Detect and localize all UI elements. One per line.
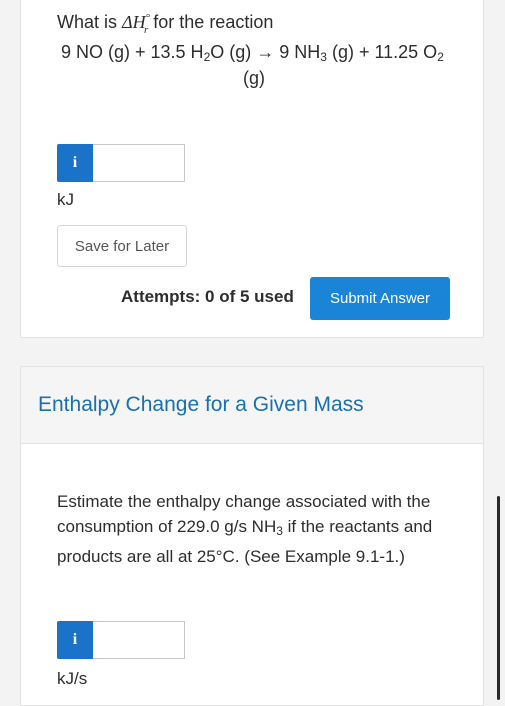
enthalpy-symbol: ΔH°r bbox=[122, 12, 150, 36]
answer-row: i bbox=[57, 621, 185, 659]
question-text-subscript: 3 bbox=[276, 524, 283, 538]
answer-input[interactable] bbox=[93, 144, 185, 182]
enthalpy-symbol-main: ΔH bbox=[122, 12, 146, 32]
answer-row: i bbox=[57, 144, 185, 182]
submit-answer-button[interactable]: Submit Answer bbox=[310, 277, 450, 320]
reaction-equation: 9 NO (g) + 13.5 H 2 O (g) → 9 NH3 (g) + 11… bbox=[61, 42, 444, 64]
prompt-suffix: for the reaction bbox=[148, 12, 274, 32]
question-prompt: What is ΔH°r for the reaction bbox=[57, 12, 273, 36]
scrollbar[interactable] bbox=[497, 496, 500, 700]
prompt-prefix: What is bbox=[57, 12, 123, 32]
reaction-equation-continued: (g) bbox=[243, 68, 265, 88]
unit-label: kJ bbox=[57, 190, 74, 209]
question-card: What is ΔH°r for the reaction 9 NO (g) +… bbox=[20, 0, 484, 338]
answer-input[interactable] bbox=[93, 621, 185, 659]
equation-subscript: 2 bbox=[437, 50, 444, 64]
info-icon[interactable]: i bbox=[57, 144, 93, 182]
unit-label: kJ/s bbox=[57, 669, 88, 688]
section-title: Enthalpy Change for a Given Mass bbox=[38, 393, 364, 416]
equation-subscript: 3 bbox=[320, 50, 327, 64]
attempts-counter: Attempts: 0 of 5 used bbox=[121, 287, 294, 306]
question-text: Estimate the enthalpy change associated … bbox=[57, 489, 447, 569]
question-card-2: Enthalpy Change for a Given Mass Estimat… bbox=[20, 366, 484, 706]
info-icon[interactable]: i bbox=[57, 621, 93, 659]
section-header: Enthalpy Change for a Given Mass bbox=[21, 367, 483, 444]
equation-part: 9 NO (g) + 13.5 H bbox=[61, 42, 204, 62]
equation-part: (g) + 11.25 O bbox=[326, 42, 438, 62]
save-for-later-button[interactable]: Save for Later bbox=[57, 225, 187, 267]
equation-part: O (g) → 9 NH bbox=[210, 42, 321, 62]
